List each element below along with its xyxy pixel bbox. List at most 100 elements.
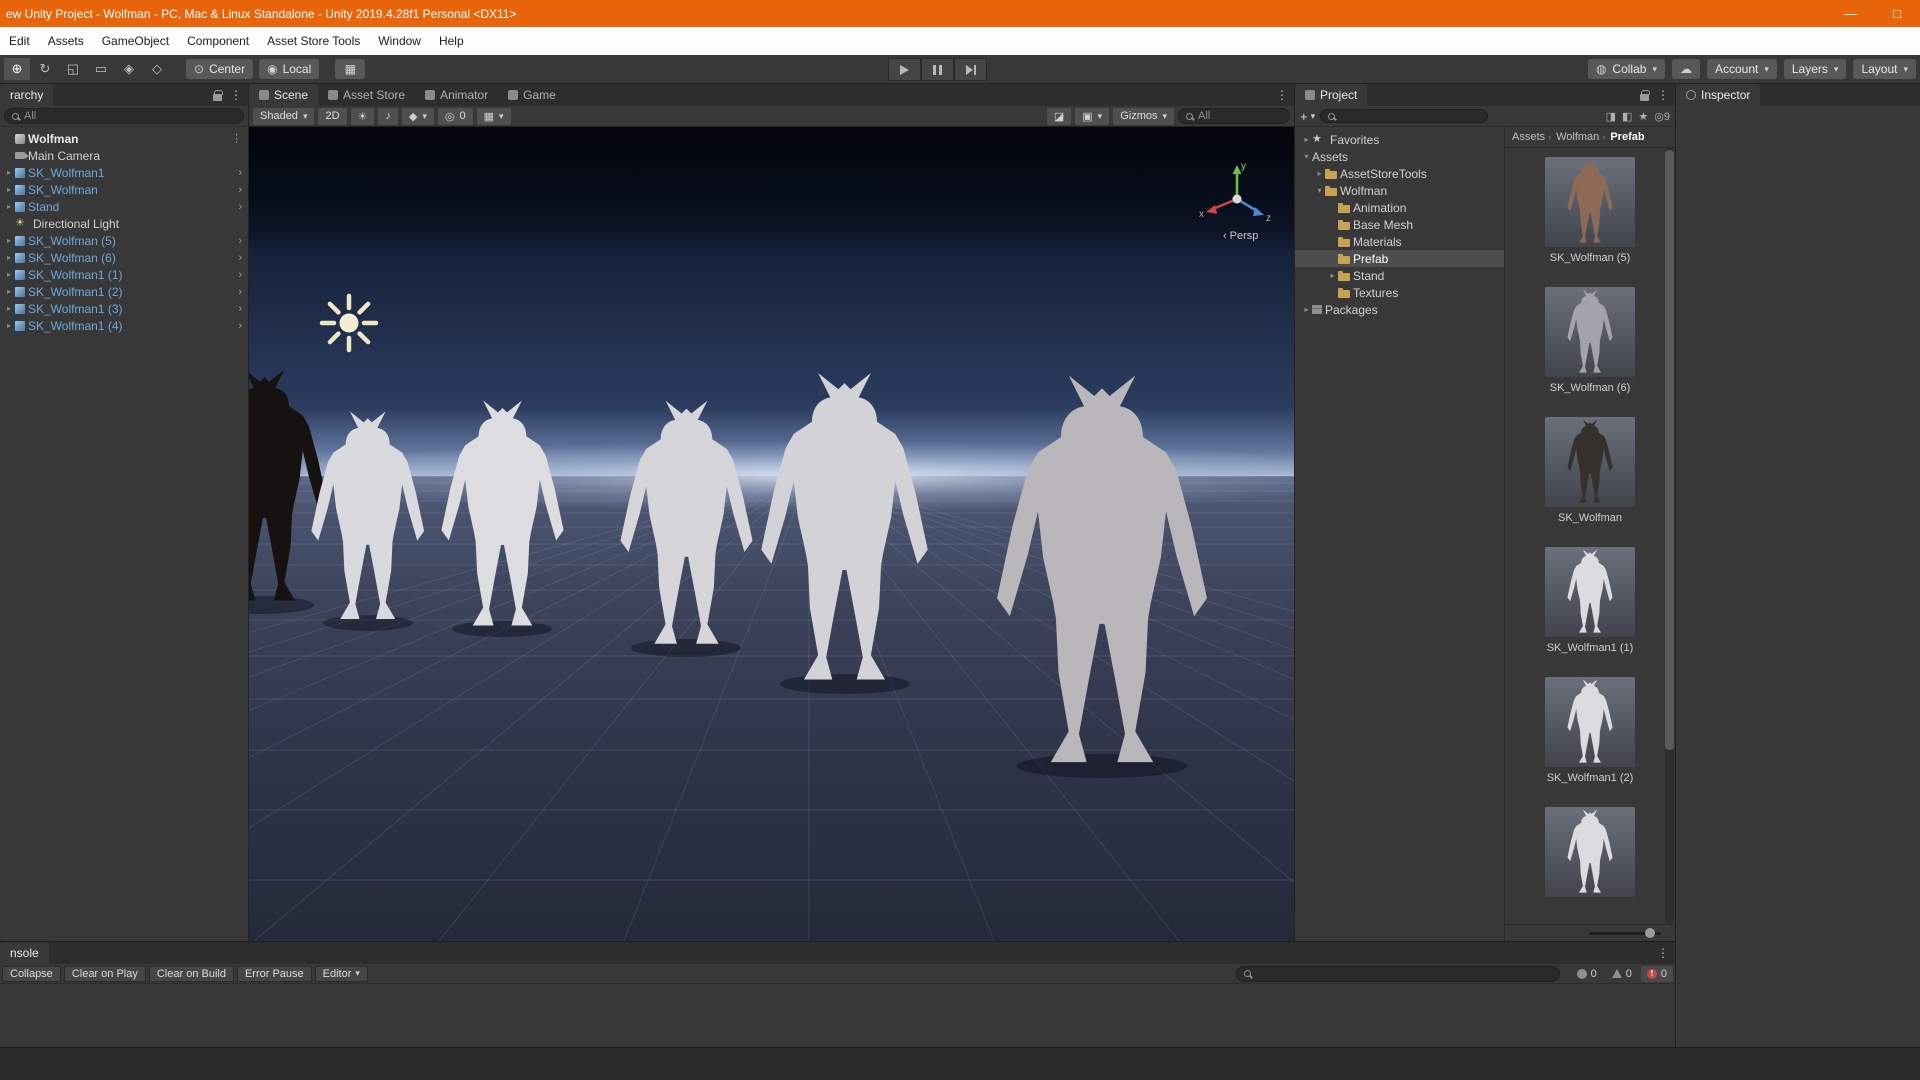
expand-arrow-icon[interactable]: ▸ [1301, 305, 1312, 314]
console-search-input[interactable] [1235, 965, 1560, 982]
asset-item[interactable]: SK_Wolfman1 (1) [1505, 547, 1675, 655]
expand-arrow-icon[interactable]: ▸ [1314, 169, 1325, 178]
menu-item[interactable]: Window [369, 27, 430, 55]
console-toggle-button[interactable]: Clear on Build [148, 965, 234, 982]
asset-item[interactable]: SK_Wolfman [1505, 417, 1675, 525]
kebab-menu-icon[interactable]: ⋮ [230, 88, 242, 102]
transform-tool-button[interactable]: ◈ [116, 58, 142, 80]
hierarchy-item[interactable]: ▸ SK_Wolfman1 (3) › [0, 300, 248, 317]
hierarchy-item[interactable]: Wolfman ⋮ [0, 130, 248, 147]
project-search-input[interactable] [1320, 109, 1489, 123]
account-dropdown[interactable]: Account ▾ [1706, 59, 1777, 79]
prefab-chevron-icon[interactable]: › [238, 167, 245, 179]
console-toggle-button[interactable]: Clear on Play [63, 965, 146, 982]
project-tree-item[interactable]: Textures [1295, 284, 1504, 301]
breadcrumb-item[interactable]: Assets › [1512, 131, 1551, 143]
lock-icon[interactable] [1640, 89, 1650, 101]
tab-inspector[interactable]: Inspector [1676, 84, 1761, 106]
kebab-menu-icon[interactable]: ⋮ [1657, 946, 1669, 960]
console-toggle-button[interactable]: Error Pause [236, 965, 312, 982]
pause-button[interactable] [921, 58, 954, 81]
step-button[interactable] [954, 58, 987, 81]
scene-view-tab[interactable]: Asset Store [318, 84, 415, 106]
project-tree-item[interactable]: ▸ AssetStoreTools [1295, 165, 1504, 182]
hidden-packages-toggle[interactable]: ◎9 [1654, 110, 1670, 123]
hierarchy-item[interactable]: Directional Light [0, 215, 248, 232]
create-asset-button[interactable]: + ▾ [1300, 109, 1315, 124]
menu-item[interactable]: Component [178, 27, 258, 55]
asset-item[interactable]: SK_Wolfman (6) [1505, 287, 1675, 395]
grid-dropdown[interactable]: ▦ ▾ [476, 107, 511, 125]
hierarchy-item[interactable]: ▸ SK_Wolfman1 (4) › [0, 317, 248, 334]
hierarchy-item[interactable]: ▸ Stand › [0, 198, 248, 215]
prefab-chevron-icon[interactable]: › [238, 269, 245, 281]
minimize-button[interactable]: — [1828, 0, 1874, 27]
tab-hierarchy[interactable]: rarchy [0, 84, 54, 106]
expand-arrow-icon[interactable]: ▸ [3, 202, 15, 211]
menu-item[interactable]: GameObject [93, 27, 178, 55]
hierarchy-item[interactable]: ▸ SK_Wolfman1 (1) › [0, 266, 248, 283]
asset-thumbnail[interactable] [1545, 807, 1635, 897]
saved-search-star-icon[interactable]: ★ [1638, 110, 1648, 123]
project-tree-item[interactable]: Materials [1295, 233, 1504, 250]
tab-console[interactable]: nsole [0, 942, 49, 964]
menu-item[interactable]: Edit [0, 27, 39, 55]
scrollbar-thumb[interactable] [1665, 150, 1674, 750]
project-tree-item[interactable]: Animation [1295, 199, 1504, 216]
expand-arrow-icon[interactable]: ▸ [3, 236, 15, 245]
hierarchy-item[interactable]: ▸ SK_Wolfman (6) › [0, 249, 248, 266]
menu-item[interactable]: Assets [39, 27, 93, 55]
project-tree-item[interactable]: ▸ Packages [1295, 301, 1504, 318]
search-by-type-icon[interactable]: ◨ [1606, 110, 1616, 123]
console-toggle-button[interactable]: Collapse [2, 965, 61, 982]
asset-thumbnail[interactable] [1545, 547, 1635, 637]
hierarchy-item[interactable]: ▸ SK_Wolfman (5) › [0, 232, 248, 249]
asset-thumbnail[interactable] [1545, 417, 1635, 507]
console-log-area[interactable] [0, 984, 1675, 1047]
scene-canvas[interactable]: y x z ‹ Persp [249, 127, 1294, 941]
2d-toggle[interactable]: 2D [318, 107, 347, 125]
hierarchy-search-input[interactable]: All [4, 108, 244, 124]
breadcrumb-item[interactable]: Wolfman › [1556, 131, 1605, 143]
project-tree-item[interactable]: ▾ Assets [1295, 148, 1504, 165]
editor-dropdown[interactable]: Editor ▾ [314, 965, 368, 982]
hidden-objects-toggle[interactable]: ◎ 0 [437, 107, 473, 125]
warning-filter-toggle[interactable]: 0 [1606, 966, 1638, 982]
project-tree-item[interactable]: ▸ Stand [1295, 267, 1504, 284]
scene-view-tab[interactable]: Game [498, 84, 566, 106]
expand-arrow-icon[interactable]: ▸ [3, 185, 15, 194]
collab-dropdown[interactable]: ◍ Collab ▾ [1587, 59, 1665, 79]
gizmo-center[interactable] [1232, 194, 1242, 204]
audio-toggle[interactable]: ♪ [378, 107, 398, 125]
maximize-button[interactable]: □ [1874, 0, 1920, 27]
draw-mode-dropdown[interactable]: Shaded ▾ [253, 107, 315, 125]
kebab-menu-icon[interactable]: ⋮ [1276, 88, 1288, 102]
asset-thumbnail[interactable] [1545, 677, 1635, 767]
tool-settings-button[interactable]: ◪ [1046, 107, 1072, 125]
tab-project[interactable]: Project [1295, 84, 1368, 106]
layout-dropdown[interactable]: Layout ▾ [1853, 59, 1916, 79]
prefab-chevron-icon[interactable]: › [238, 201, 245, 213]
custom-tool-button[interactable]: ◇ [144, 58, 170, 80]
camera-settings-dropdown[interactable]: ▣ ▾ [1075, 107, 1110, 125]
search-by-label-icon[interactable]: ◧ [1622, 110, 1632, 123]
project-tree-item[interactable]: Base Mesh [1295, 216, 1504, 233]
asset-thumbnail[interactable] [1545, 287, 1635, 377]
project-tree-item[interactable]: ▾ Wolfman [1295, 182, 1504, 199]
hierarchy-item[interactable]: Main Camera [0, 147, 248, 164]
hierarchy-item[interactable]: ▸ SK_Wolfman1 (2) › [0, 283, 248, 300]
hierarchy-item[interactable]: ▸ SK_Wolfman › [0, 181, 248, 198]
expand-arrow-icon[interactable]: ▸ [3, 321, 15, 330]
scale-tool-button[interactable]: ◱ [60, 58, 86, 80]
error-filter-toggle[interactable]: 0 [1640, 965, 1673, 982]
prefab-chevron-icon[interactable]: › [238, 286, 245, 298]
lock-icon[interactable] [213, 89, 223, 101]
expand-arrow-icon[interactable]: ▾ [1301, 152, 1312, 161]
expand-arrow-icon[interactable]: ▸ [1327, 271, 1338, 280]
expand-arrow-icon[interactable]: ▸ [3, 287, 15, 296]
gizmos-dropdown[interactable]: Gizmos ▾ [1113, 107, 1174, 125]
asset-item[interactable]: SK_Wolfman (5) [1505, 157, 1675, 265]
expand-arrow-icon[interactable]: ▸ [3, 253, 15, 262]
prefab-chevron-icon[interactable]: › [238, 320, 245, 332]
asset-item[interactable]: SK_Wolfman1 (2) [1505, 677, 1675, 785]
